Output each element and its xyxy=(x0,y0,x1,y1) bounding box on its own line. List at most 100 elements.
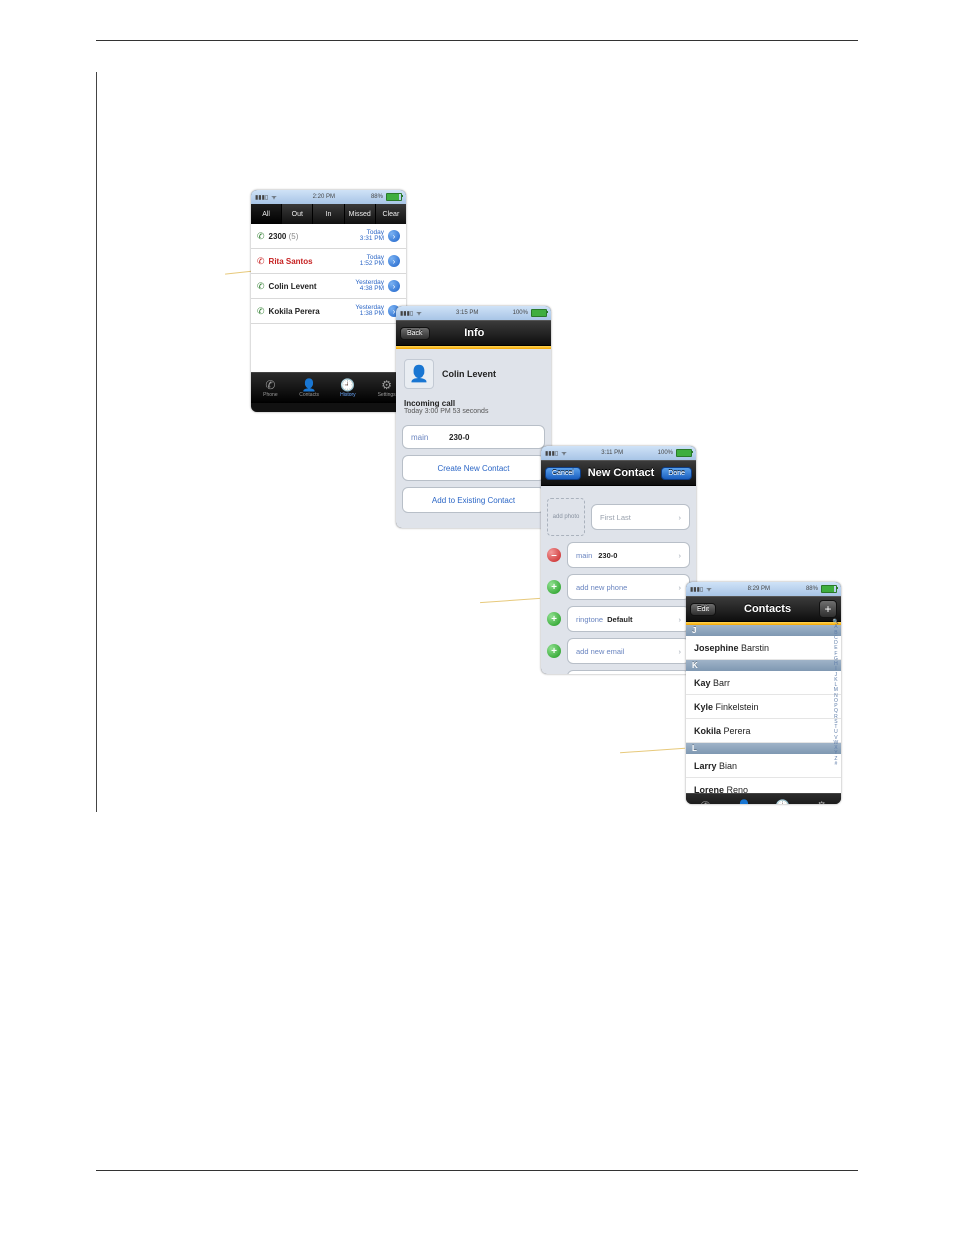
tab-settings[interactable]: ⚙Settings xyxy=(802,794,841,804)
history-row[interactable]: ✆ Kokila Perera Yesterday1:38 PM › xyxy=(251,299,406,324)
contact-first: Lorene xyxy=(694,785,724,794)
call-detail: Today 3:00 PM 53 seconds xyxy=(402,408,545,419)
section-header-k: K xyxy=(686,660,841,671)
contact-row[interactable]: Kay Barr xyxy=(686,671,841,695)
outgoing-icon: ✆ xyxy=(257,281,265,292)
info-content: 👤 Colin Levent Incoming call Today 3:00 … xyxy=(396,349,551,528)
create-new-contact-button[interactable]: Create New Contact xyxy=(403,456,544,480)
name-field[interactable]: First Last › xyxy=(592,505,689,529)
add-email-row[interactable]: add new email › xyxy=(568,639,689,663)
add-phone-row[interactable]: add new phone › xyxy=(568,575,689,599)
contact-last: Reno xyxy=(727,785,749,794)
history-filter-segments[interactable]: All Out In Missed Clear xyxy=(251,204,406,224)
history-row[interactable]: ✆ Rita Santos Today1:52 PM › xyxy=(251,249,406,274)
nav-title: Info xyxy=(464,327,484,339)
contact-row[interactable]: Josephine Barstin xyxy=(686,636,841,660)
segment-all[interactable]: All xyxy=(251,204,282,224)
battery-icon xyxy=(821,585,837,593)
phone-icon: ✆ xyxy=(265,379,275,391)
history-row[interactable]: ✆ Colin Levent Yesterday4:38 PM › xyxy=(251,274,406,299)
gear-icon: ⚙ xyxy=(381,379,392,391)
clock-icon: 🕘 xyxy=(340,379,355,391)
add-photo-button[interactable]: add photo xyxy=(547,498,585,536)
back-button[interactable]: Back xyxy=(400,327,430,340)
tab-label: Contacts xyxy=(299,392,319,398)
battery-pct: 100% xyxy=(658,450,673,456)
tab-history[interactable]: 🕘History xyxy=(329,373,368,403)
screenshot-contacts: ▮▮▮▯ᯤ 8:29 PM 88% Edit Contacts + J Jose… xyxy=(686,582,841,804)
info-chevron-icon[interactable]: › xyxy=(388,230,400,242)
alphabet-index[interactable]: 🔍 ABCDEFGHIJKLMNOPQRSTUVWXYZ# xyxy=(833,620,839,767)
avatar-placeholder: 👤 xyxy=(404,359,434,389)
contacts-list[interactable]: J Josephine Barstin K Kay Barr Kyle Fink… xyxy=(686,625,841,793)
tab-phone[interactable]: ✆Phone xyxy=(251,373,290,403)
incoming-icon: ✆ xyxy=(257,306,265,317)
tab-contacts[interactable]: 👤Contacts xyxy=(725,794,764,804)
nav-title: New Contact xyxy=(588,467,655,479)
phone-label: main xyxy=(576,551,592,560)
wifi-icon: ᯤ xyxy=(561,449,566,457)
call-time: 1:52 PM xyxy=(360,260,384,267)
body-text xyxy=(112,72,832,82)
history-list: ✆ 2300 (5) Today3:31 PM › ✆ Rita Santos … xyxy=(251,224,406,372)
phone-value: 230-0 xyxy=(598,551,617,560)
call-name: Kokila Perera xyxy=(269,307,320,316)
tab-label: Phone xyxy=(263,392,277,398)
contact-last: Barr xyxy=(713,678,730,688)
tab-phone[interactable]: ✆Phone xyxy=(686,794,725,804)
phone-row[interactable]: main 230-0 xyxy=(403,426,544,448)
ringtone-row[interactable]: ringtone Default › xyxy=(568,607,689,631)
left-quote-rule xyxy=(96,72,97,812)
signal-icon: ▮▮▮▯ xyxy=(545,450,558,457)
status-time: 8:29 PM xyxy=(748,586,770,592)
row-label: add new phone xyxy=(576,583,627,592)
person-icon: 👤 xyxy=(737,800,752,805)
segment-missed[interactable]: Missed xyxy=(345,204,376,224)
add-to-existing-contact-button[interactable]: Add to Existing Contact xyxy=(403,488,544,512)
contact-last: Barstin xyxy=(741,643,769,653)
connector-line xyxy=(480,598,540,603)
battery-pct: 100% xyxy=(513,310,528,316)
chevron-right-icon: › xyxy=(679,551,682,560)
contact-last: Finkelstein xyxy=(716,702,759,712)
history-row[interactable]: ✆ 2300 (5) Today3:31 PM › xyxy=(251,224,406,249)
info-chevron-icon[interactable]: › xyxy=(388,255,400,267)
contact-last: Bian xyxy=(719,761,737,771)
name-placeholder: First Last xyxy=(600,513,631,522)
add-url-row[interactable]: add new URL › xyxy=(568,671,689,674)
connector-line xyxy=(620,748,685,754)
status-bar: ▮▮▮▯ᯤ 3:15 PM 100% xyxy=(396,306,551,320)
remove-phone-icon[interactable]: – xyxy=(547,548,561,562)
cancel-button[interactable]: Cancel xyxy=(545,467,581,480)
add-email-icon[interactable]: + xyxy=(547,644,561,658)
contact-row[interactable]: Larry Bian xyxy=(686,754,841,778)
add-phone-icon[interactable]: + xyxy=(547,580,561,594)
battery-pct: 88% xyxy=(371,194,383,200)
call-time: 1:38 PM xyxy=(360,310,384,317)
add-ringtone-icon[interactable]: + xyxy=(547,612,561,626)
phone-value: 230-0 xyxy=(449,433,469,442)
tab-history[interactable]: 🕘History xyxy=(764,794,803,804)
tab-label: History xyxy=(340,392,356,398)
contact-row[interactable]: Lorene Reno xyxy=(686,778,841,793)
done-button[interactable]: Done xyxy=(661,467,692,480)
segment-out[interactable]: Out xyxy=(282,204,313,224)
call-count: (5) xyxy=(289,232,299,241)
contact-first: Kyle xyxy=(694,702,713,712)
segment-clear[interactable]: Clear xyxy=(376,204,406,224)
segment-in[interactable]: In xyxy=(313,204,344,224)
row-label: ringtone xyxy=(576,615,603,624)
tab-contacts[interactable]: 👤Contacts xyxy=(290,373,329,403)
edit-button[interactable]: Edit xyxy=(690,603,716,616)
outgoing-icon: ✆ xyxy=(257,231,265,242)
contact-row[interactable]: Kyle Finkelstein xyxy=(686,695,841,719)
battery-pct: 88% xyxy=(806,586,818,592)
status-bar: ▮▮▮▯ᯤ 8:29 PM 88% xyxy=(686,582,841,596)
ringtone-value: Default xyxy=(607,615,632,624)
battery-icon xyxy=(386,193,402,201)
phone-icon: ✆ xyxy=(700,800,710,805)
add-contact-button[interactable]: + xyxy=(819,600,837,618)
main-phone-row[interactable]: main 230-0 › xyxy=(568,543,689,567)
info-chevron-icon[interactable]: › xyxy=(388,280,400,292)
contact-row[interactable]: Kokila Perera xyxy=(686,719,841,743)
